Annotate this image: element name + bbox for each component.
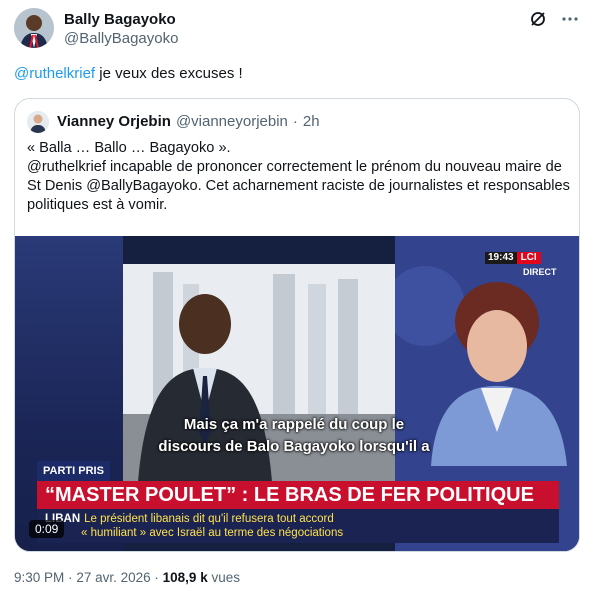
tweet-metadata: 9:30 PM · 27 avr. 2026 · 108,9 k vues <box>14 570 240 585</box>
quote-author-name[interactable]: Vianney Orjebin <box>57 112 171 132</box>
live-label: DIRECT <box>523 267 557 277</box>
author-handle[interactable]: @BallyBagayoko <box>64 29 178 48</box>
video-player[interactable]: 19:43 LCI DIRECT Mais ça m'a rappelé du … <box>15 236 579 551</box>
quote-time[interactable]: 2h <box>303 112 320 132</box>
subtitle-line-2: discours de Balo Bagayoko lorsqu'il a <box>158 438 430 455</box>
show-tag: PARTI PRIS <box>37 461 110 481</box>
subtitle-line-1: Mais ça m'a rappelé du coup le <box>183 416 405 433</box>
quote-author-avatar[interactable] <box>27 111 49 133</box>
views-count: 108,9 k <box>162 570 208 585</box>
more-icon[interactable] <box>561 10 579 28</box>
video-subtitle: Mais ça m'a rappelé du coup le discours … <box>123 414 465 458</box>
video-inset-man <box>123 264 395 496</box>
tweet-body: je veux des excuses ! <box>95 65 243 82</box>
channel-logo: LCI <box>516 252 541 264</box>
ticker-line-1: Le président libanais dit qu'il refusera… <box>84 513 334 525</box>
views-label: vues <box>211 570 240 585</box>
quote-author-handle[interactable]: @vianneyorjebin <box>176 112 288 132</box>
video-duration: 0:09 <box>29 520 65 538</box>
quote-separator: · <box>292 113 298 130</box>
tweet-text: @ruthelkrief je veux des excuses ! <box>14 64 243 84</box>
meta-separator-2: · <box>154 570 159 585</box>
author-info: Bally Bagayoko @BallyBagayoko <box>64 10 178 48</box>
headline-banner: “MASTER POULET” : LE BRAS DE FER POLITIQ… <box>37 481 559 509</box>
quoted-tweet[interactable]: Vianney Orjebin @vianneyorjebin · 2h « B… <box>14 98 580 552</box>
clock-time: 19:43 <box>485 252 517 264</box>
quote-line-1: « Balla … Ballo … Bagayoko ». <box>27 140 231 156</box>
ticker-line-2: « humiliant » avec Israël au terme des n… <box>81 527 344 539</box>
meta-separator-1: · <box>68 570 73 585</box>
grok-icon[interactable] <box>529 10 547 28</box>
header-actions <box>529 10 579 28</box>
quote-text: « Balla … Ballo … Bagayoko ». @ruthelkri… <box>27 139 572 215</box>
news-ticker: LIBAN Le président libanais dit qu'il ref… <box>37 509 559 543</box>
tweet-header: Bally Bagayoko @BallyBagayoko <box>14 8 579 50</box>
author-avatar[interactable] <box>14 8 54 48</box>
quote-header: Vianney Orjebin @vianneyorjebin · 2h <box>27 111 320 133</box>
tweet-time[interactable]: 9:30 PM <box>14 570 64 585</box>
mention-link[interactable]: @ruthelkrief <box>14 65 95 82</box>
channel-clock: 19:43 LCI <box>485 252 541 264</box>
quote-line-2: @ruthelkrief incapable de prononcer corr… <box>27 159 574 213</box>
author-name[interactable]: Bally Bagayoko <box>64 10 178 29</box>
tweet-date[interactable]: 27 avr. 2026 <box>76 570 150 585</box>
